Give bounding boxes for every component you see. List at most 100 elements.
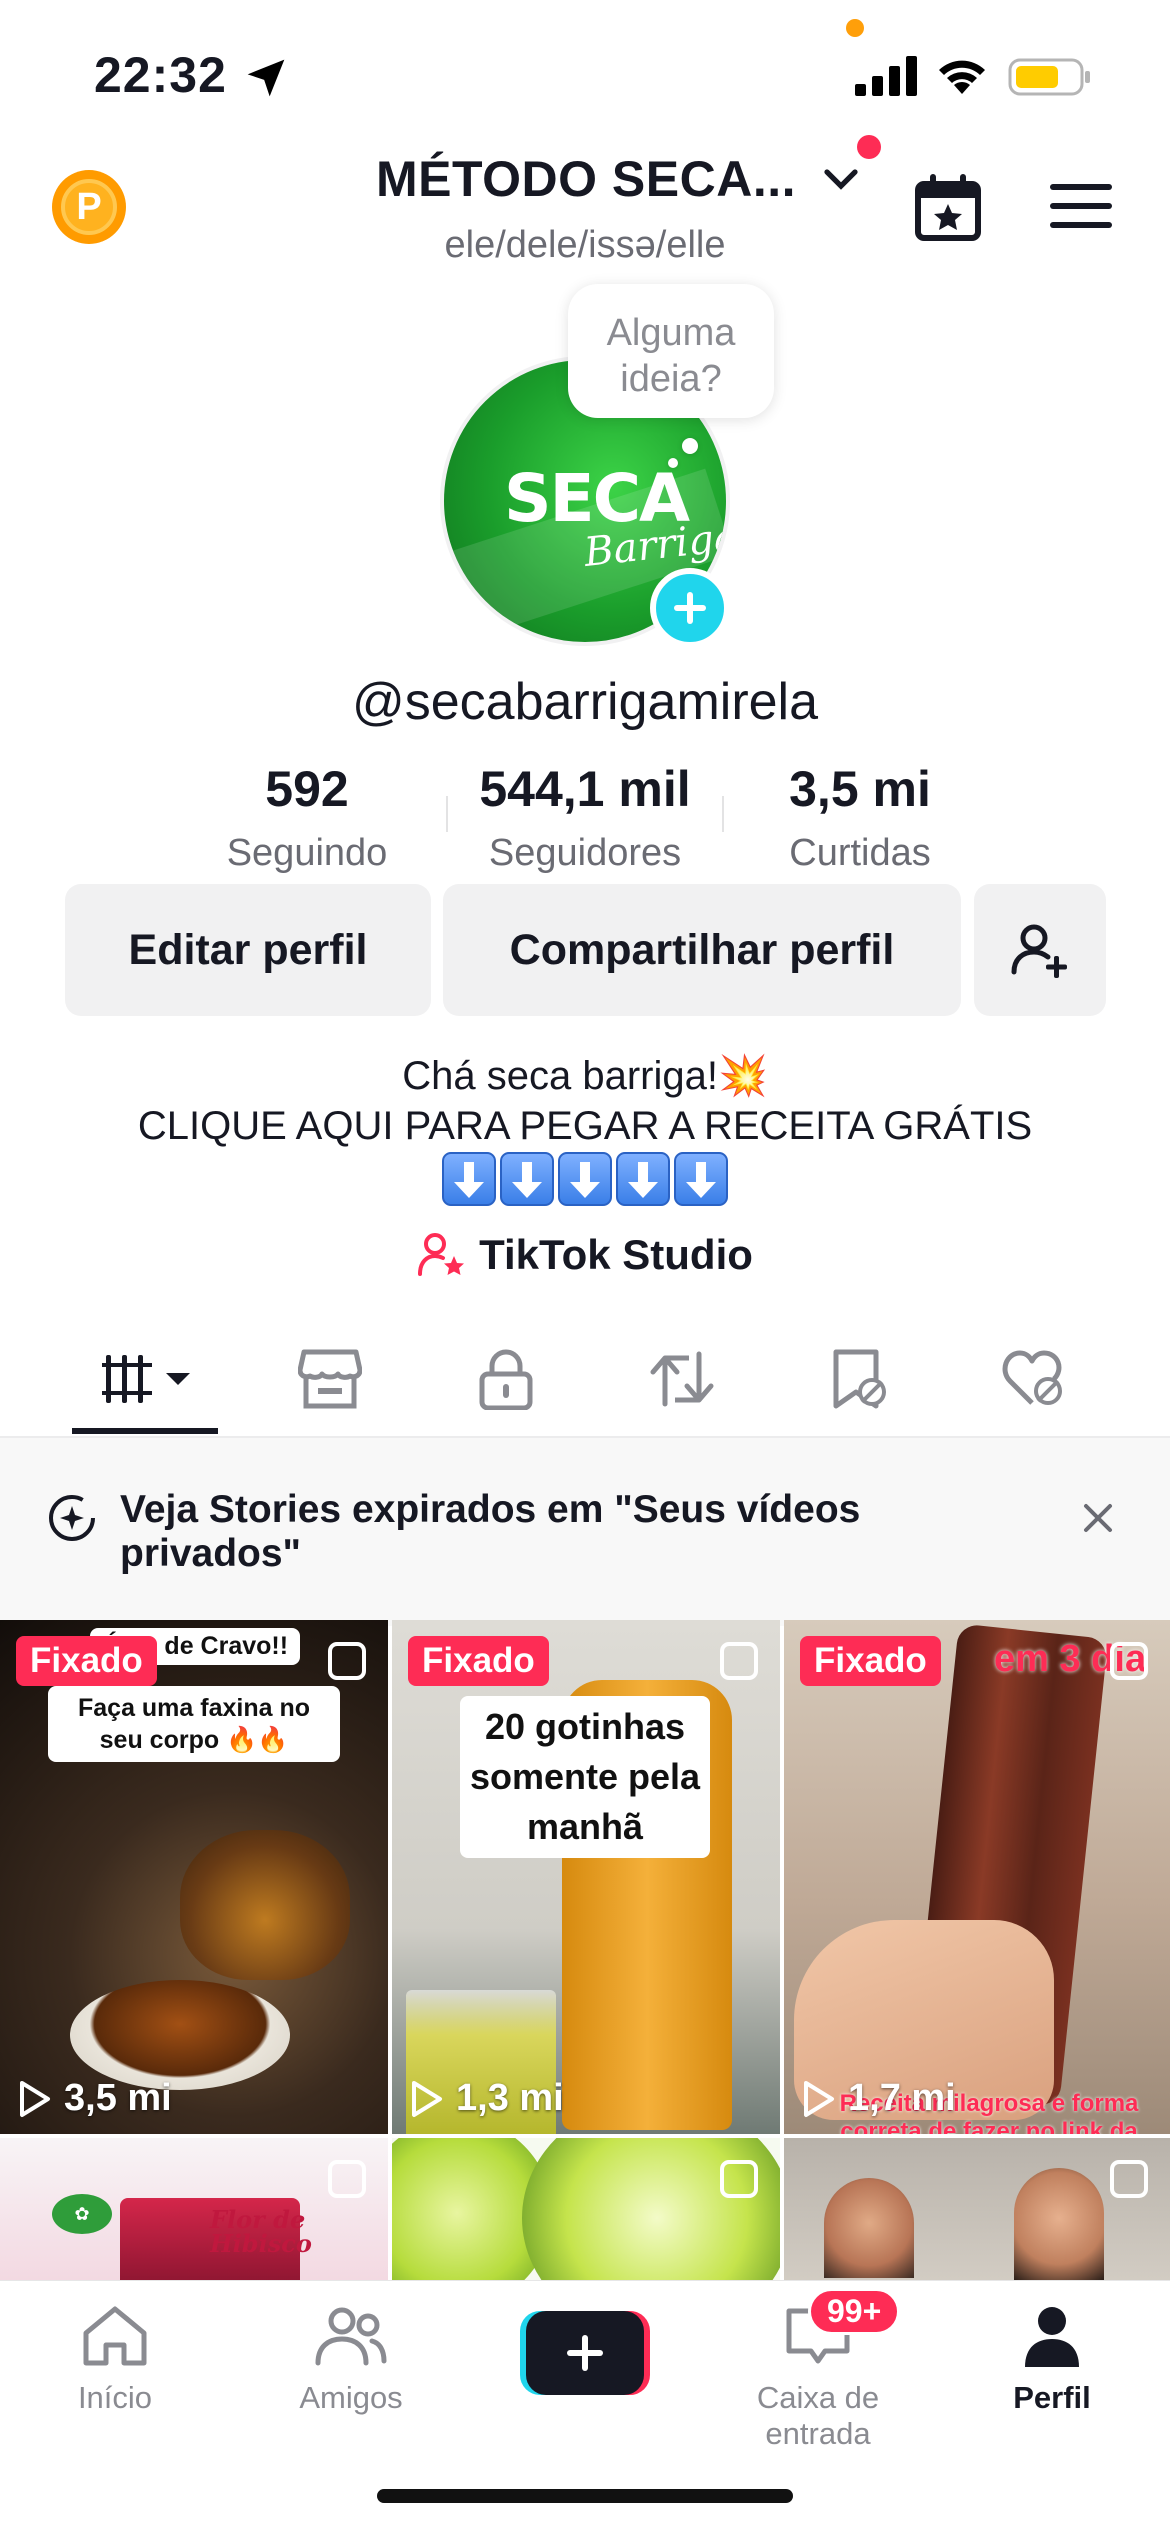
stat-likes[interactable]: 3,5 mi Curtidas (760, 760, 960, 875)
friends-icon (315, 2307, 387, 2366)
shop-icon (298, 1349, 362, 1409)
stat-value: 544,1 mil (479, 761, 691, 817)
creator-star-icon (418, 1233, 465, 1276)
video-caption: Faça uma faxina no seu corpo 🔥🔥 (48, 1686, 340, 1762)
add-story-button[interactable] (650, 568, 730, 648)
add-friends-button[interactable] (974, 884, 1106, 1016)
create-button[interactable] (520, 2311, 650, 2395)
view-count-value: 3,5 mi (64, 2077, 172, 2119)
divider (446, 796, 448, 832)
profile-icon (1025, 2307, 1079, 2367)
grid-dropdown-icon (102, 1355, 190, 1403)
nav-label: Caixa de entrada (756, 2380, 880, 2451)
bio-line: Chá seca barriga!💥 (402, 1054, 768, 1098)
pinned-badge: Fixado (16, 1636, 157, 1686)
pinned-badge: Fixado (800, 1636, 941, 1686)
lock-icon (479, 1349, 533, 1410)
nav-friends[interactable]: Amigos (236, 2303, 466, 2416)
tab-shop[interactable] (290, 1344, 370, 1414)
video-thumbnail[interactable]: 20 gotinhas somente pela manhã Fixado 1,… (392, 1620, 780, 2134)
notice-text: Veja Stories expirados em "Seus vídeos p… (120, 1488, 861, 1575)
stat-following[interactable]: 592 Seguindo (207, 760, 407, 875)
play-icon (20, 2080, 50, 2117)
teacup-shape (70, 1980, 290, 2090)
story-add-icon (49, 1495, 95, 1541)
view-count: 1,3 mi (406, 2077, 564, 2120)
username: @secabarrigamirela (351, 673, 819, 731)
view-count: 3,5 mi (14, 2077, 172, 2120)
teapot-shape (180, 1830, 350, 1980)
pronouns: ele/dele/issə/elle (444, 224, 726, 266)
down-arrow-emoji-icon (616, 1152, 670, 1206)
stat-value: 592 (265, 761, 349, 817)
status-time: 22:32 (94, 47, 227, 103)
nav-label: Amigos (299, 2380, 403, 2415)
bio-line: CLIQUE AQUI PARA PEGAR A RECEITA GRÁTIS (137, 1104, 1033, 1148)
note-bubble[interactable]: Alguma ideia? (568, 284, 774, 418)
stories-notice[interactable]: Veja Stories expirados em "Seus vídeos p… (0, 1438, 1170, 1626)
stat-value: 3,5 mi (789, 761, 931, 817)
pinned-badge: Fixado (408, 1636, 549, 1686)
play-icon (804, 2080, 834, 2117)
view-count-value: 1,7 mi (848, 2077, 956, 2119)
view-count-value: 1,3 mi (456, 2077, 564, 2119)
close-icon[interactable] (1080, 1500, 1116, 1536)
video-caption: 20 gotinhas somente pela manhã (460, 1696, 710, 1858)
product-logo: ✿ (52, 2194, 112, 2234)
stat-followers[interactable]: 544,1 mil Seguidores (455, 760, 715, 875)
account-title: MÉTODO SECA... (376, 151, 797, 207)
share-profile-button[interactable]: Compartilhar perfil (443, 884, 961, 1016)
home-icon (83, 2306, 147, 2366)
tab-saved[interactable] (818, 1344, 898, 1414)
select-checkbox[interactable] (328, 1642, 366, 1680)
video-thumbnail[interactable]: ✿ Flor de Hibisco (0, 2138, 388, 2280)
video-thumbnail[interactable] (392, 2138, 780, 2280)
person-face (1014, 2168, 1104, 2280)
profile-tabs (0, 1320, 1170, 1438)
video-thumbnail[interactable] (784, 2138, 1170, 2280)
select-checkbox[interactable] (720, 2160, 758, 2198)
select-checkbox[interactable] (720, 1642, 758, 1680)
nav-label: Início (77, 2380, 153, 2415)
edit-profile-button[interactable]: Editar perfil (65, 884, 431, 1016)
tab-private[interactable] (466, 1344, 546, 1414)
repost-icon (650, 1351, 714, 1407)
tiktok-studio-label: TikTok Studio (479, 1231, 753, 1278)
down-arrow-emoji-icon (558, 1152, 612, 1206)
video-thumbnail[interactable]: Óleo de Cravo!! Faça uma faxina no seu c… (0, 1620, 388, 2134)
nav-label: Perfil (1013, 2380, 1091, 2415)
view-count: 1,7 mi (798, 2077, 956, 2120)
person-face (824, 2178, 914, 2278)
video-thumbnail[interactable]: em 3 dia Receita milagrosa e forma corre… (784, 1620, 1170, 2134)
account-switcher[interactable]: MÉTODO SECA... (376, 150, 862, 208)
tab-liked[interactable] (994, 1344, 1074, 1414)
stat-label: Curtidas (789, 832, 931, 874)
tiktok-studio-link[interactable]: TikTok Studio (0, 1230, 1170, 1280)
cellular-signal-icon (855, 56, 917, 96)
nav-profile[interactable]: Perfil (937, 2303, 1167, 2416)
down-arrow-emoji-icon (674, 1152, 728, 1206)
down-arrow-emoji-icon (500, 1152, 554, 1206)
video-caption: Flor de Hibisco (210, 2205, 312, 2258)
nav-home[interactable]: Início (0, 2303, 230, 2416)
plus-icon (674, 592, 706, 624)
note-bubble-line1: Alguma (606, 312, 736, 354)
wifi-icon (939, 60, 985, 94)
home-indicator (377, 2489, 793, 2503)
chevron-down-icon (824, 169, 858, 190)
add-user-icon (1011, 924, 1067, 978)
tab-reposts[interactable] (642, 1344, 722, 1414)
bio-emoji-row (0, 1152, 1170, 1206)
privacy-indicator-dot (846, 19, 864, 37)
inbox-badge: 99+ (808, 2288, 901, 2335)
play-icon (412, 2080, 442, 2117)
select-checkbox[interactable] (328, 2160, 366, 2198)
select-checkbox[interactable] (1110, 1642, 1148, 1680)
stat-label: Seguidores (488, 832, 682, 874)
tab-underline (72, 1428, 218, 1434)
tab-videos[interactable] (100, 1344, 200, 1414)
battery-icon (1008, 58, 1090, 96)
notification-dot (857, 135, 881, 159)
select-checkbox[interactable] (1110, 2160, 1148, 2198)
down-arrow-emoji-icon (442, 1152, 496, 1206)
